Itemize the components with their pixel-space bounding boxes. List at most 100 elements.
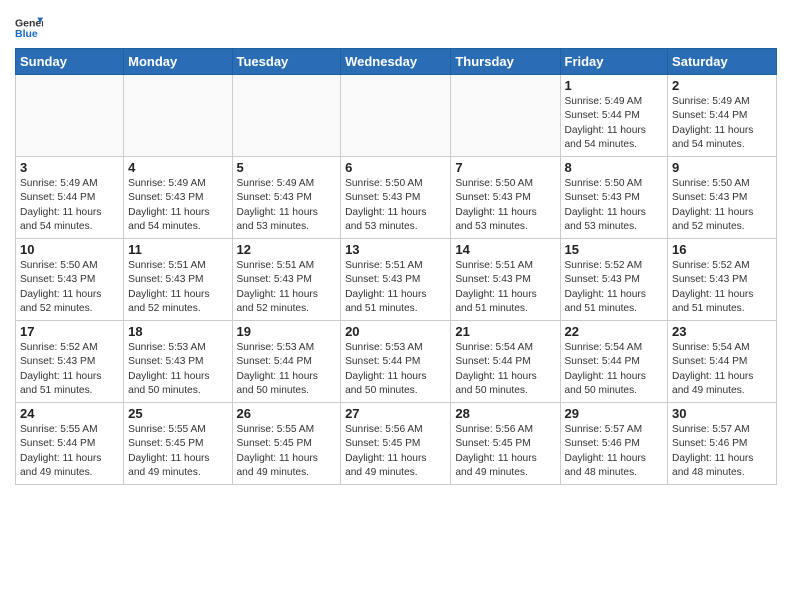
day-number: 16 <box>672 242 772 257</box>
day-info: Sunrise: 5:51 AM Sunset: 5:43 PM Dayligh… <box>455 259 555 316</box>
day-cell: 5 Sunrise: 5:49 AM Sunset: 5:43 PM Daylig… <box>232 157 341 239</box>
day-number: 2 <box>672 78 772 93</box>
day-cell: 14 Sunrise: 5:51 AM Sunset: 5:43 PM Dayli… <box>451 239 560 321</box>
day-cell <box>232 75 341 157</box>
day-cell <box>341 75 451 157</box>
day-info: Sunrise: 5:53 AM Sunset: 5:43 PM Dayligh… <box>128 341 227 398</box>
day-info: Sunrise: 5:55 AM Sunset: 5:45 PM Dayligh… <box>128 423 227 480</box>
day-cell <box>124 75 232 157</box>
day-cell: 22 Sunrise: 5:54 AM Sunset: 5:44 PM Dayli… <box>560 321 668 403</box>
day-info: Sunrise: 5:51 AM Sunset: 5:43 PM Dayligh… <box>128 259 227 316</box>
day-number: 26 <box>237 406 337 421</box>
day-number: 12 <box>237 242 337 257</box>
logo-icon: General Blue <box>15 14 43 42</box>
day-number: 22 <box>565 324 664 339</box>
day-cell: 23 Sunrise: 5:54 AM Sunset: 5:44 PM Dayli… <box>668 321 777 403</box>
day-cell: 10 Sunrise: 5:50 AM Sunset: 5:43 PM Dayli… <box>16 239 124 321</box>
day-cell: 9 Sunrise: 5:50 AM Sunset: 5:43 PM Daylig… <box>668 157 777 239</box>
day-number: 3 <box>20 160 119 175</box>
day-info: Sunrise: 5:50 AM Sunset: 5:43 PM Dayligh… <box>455 177 555 234</box>
day-cell: 21 Sunrise: 5:54 AM Sunset: 5:44 PM Dayli… <box>451 321 560 403</box>
day-cell: 7 Sunrise: 5:50 AM Sunset: 5:43 PM Daylig… <box>451 157 560 239</box>
day-info: Sunrise: 5:49 AM Sunset: 5:44 PM Dayligh… <box>672 95 772 152</box>
day-number: 7 <box>455 160 555 175</box>
day-number: 28 <box>455 406 555 421</box>
day-info: Sunrise: 5:52 AM Sunset: 5:43 PM Dayligh… <box>565 259 664 316</box>
day-info: Sunrise: 5:55 AM Sunset: 5:45 PM Dayligh… <box>237 423 337 480</box>
day-cell: 24 Sunrise: 5:55 AM Sunset: 5:44 PM Dayli… <box>16 403 124 485</box>
week-row-3: 10 Sunrise: 5:50 AM Sunset: 5:43 PM Dayli… <box>16 239 777 321</box>
day-number: 29 <box>565 406 664 421</box>
weekday-header-wednesday: Wednesday <box>341 49 451 75</box>
day-info: Sunrise: 5:51 AM Sunset: 5:43 PM Dayligh… <box>237 259 337 316</box>
day-number: 1 <box>565 78 664 93</box>
day-info: Sunrise: 5:49 AM Sunset: 5:43 PM Dayligh… <box>128 177 227 234</box>
day-info: Sunrise: 5:50 AM Sunset: 5:43 PM Dayligh… <box>345 177 446 234</box>
day-info: Sunrise: 5:52 AM Sunset: 5:43 PM Dayligh… <box>672 259 772 316</box>
day-info: Sunrise: 5:56 AM Sunset: 5:45 PM Dayligh… <box>345 423 446 480</box>
day-info: Sunrise: 5:50 AM Sunset: 5:43 PM Dayligh… <box>672 177 772 234</box>
day-info: Sunrise: 5:54 AM Sunset: 5:44 PM Dayligh… <box>672 341 772 398</box>
day-cell <box>16 75 124 157</box>
header: General Blue <box>15 10 777 42</box>
day-number: 8 <box>565 160 664 175</box>
week-row-1: 1 Sunrise: 5:49 AM Sunset: 5:44 PM Daylig… <box>16 75 777 157</box>
day-number: 20 <box>345 324 446 339</box>
day-number: 14 <box>455 242 555 257</box>
day-number: 17 <box>20 324 119 339</box>
day-cell: 3 Sunrise: 5:49 AM Sunset: 5:44 PM Daylig… <box>16 157 124 239</box>
week-row-2: 3 Sunrise: 5:49 AM Sunset: 5:44 PM Daylig… <box>16 157 777 239</box>
day-cell: 11Sunrise: 5:51 AM Sunset: 5:43 PM Dayli… <box>124 239 232 321</box>
day-info: Sunrise: 5:53 AM Sunset: 5:44 PM Dayligh… <box>237 341 337 398</box>
day-cell: 13 Sunrise: 5:51 AM Sunset: 5:43 PM Dayli… <box>341 239 451 321</box>
weekday-header-tuesday: Tuesday <box>232 49 341 75</box>
weekday-header-friday: Friday <box>560 49 668 75</box>
day-cell: 18 Sunrise: 5:53 AM Sunset: 5:43 PM Dayli… <box>124 321 232 403</box>
weekday-header-saturday: Saturday <box>668 49 777 75</box>
day-cell: 8 Sunrise: 5:50 AM Sunset: 5:43 PM Daylig… <box>560 157 668 239</box>
day-cell <box>451 75 560 157</box>
day-info: Sunrise: 5:53 AM Sunset: 5:44 PM Dayligh… <box>345 341 446 398</box>
weekday-header-monday: Monday <box>124 49 232 75</box>
day-info: Sunrise: 5:50 AM Sunset: 5:43 PM Dayligh… <box>565 177 664 234</box>
day-number: 6 <box>345 160 446 175</box>
day-number: 15 <box>565 242 664 257</box>
day-cell: 12 Sunrise: 5:51 AM Sunset: 5:43 PM Dayli… <box>232 239 341 321</box>
day-number: 24 <box>20 406 119 421</box>
day-number: 19 <box>237 324 337 339</box>
day-number: 9 <box>672 160 772 175</box>
day-cell: 26 Sunrise: 5:55 AM Sunset: 5:45 PM Dayli… <box>232 403 341 485</box>
week-row-5: 24 Sunrise: 5:55 AM Sunset: 5:44 PM Dayli… <box>16 403 777 485</box>
day-number: 21 <box>455 324 555 339</box>
day-info: Sunrise: 5:49 AM Sunset: 5:43 PM Dayligh… <box>237 177 337 234</box>
day-cell: 4 Sunrise: 5:49 AM Sunset: 5:43 PM Daylig… <box>124 157 232 239</box>
svg-text:Blue: Blue <box>15 28 38 40</box>
day-info: Sunrise: 5:49 AM Sunset: 5:44 PM Dayligh… <box>565 95 664 152</box>
weekday-header-sunday: Sunday <box>16 49 124 75</box>
day-info: Sunrise: 5:55 AM Sunset: 5:44 PM Dayligh… <box>20 423 119 480</box>
day-info: Sunrise: 5:49 AM Sunset: 5:44 PM Dayligh… <box>20 177 119 234</box>
day-info: Sunrise: 5:57 AM Sunset: 5:46 PM Dayligh… <box>565 423 664 480</box>
day-number: 25 <box>128 406 227 421</box>
day-cell: 29 Sunrise: 5:57 AM Sunset: 5:46 PM Dayli… <box>560 403 668 485</box>
weekday-header-thursday: Thursday <box>451 49 560 75</box>
day-number: 4 <box>128 160 227 175</box>
day-number: 5 <box>237 160 337 175</box>
day-cell: 25 Sunrise: 5:55 AM Sunset: 5:45 PM Dayli… <box>124 403 232 485</box>
day-number: 18 <box>128 324 227 339</box>
day-info: Sunrise: 5:54 AM Sunset: 5:44 PM Dayligh… <box>565 341 664 398</box>
day-number: 13 <box>345 242 446 257</box>
day-info: Sunrise: 5:51 AM Sunset: 5:43 PM Dayligh… <box>345 259 446 316</box>
day-cell: 20 Sunrise: 5:53 AM Sunset: 5:44 PM Dayli… <box>341 321 451 403</box>
day-number: 10 <box>20 242 119 257</box>
day-cell: 30 Sunrise: 5:57 AM Sunset: 5:46 PM Dayli… <box>668 403 777 485</box>
day-info: Sunrise: 5:54 AM Sunset: 5:44 PM Dayligh… <box>455 341 555 398</box>
day-number: 23 <box>672 324 772 339</box>
day-number: 27 <box>345 406 446 421</box>
day-info: Sunrise: 5:50 AM Sunset: 5:43 PM Dayligh… <box>20 259 119 316</box>
day-cell: 27 Sunrise: 5:56 AM Sunset: 5:45 PM Dayli… <box>341 403 451 485</box>
day-info: Sunrise: 5:57 AM Sunset: 5:46 PM Dayligh… <box>672 423 772 480</box>
day-number: 30 <box>672 406 772 421</box>
page: General Blue SundayMondayTuesdayWednesda… <box>0 0 792 495</box>
day-info: Sunrise: 5:56 AM Sunset: 5:45 PM Dayligh… <box>455 423 555 480</box>
